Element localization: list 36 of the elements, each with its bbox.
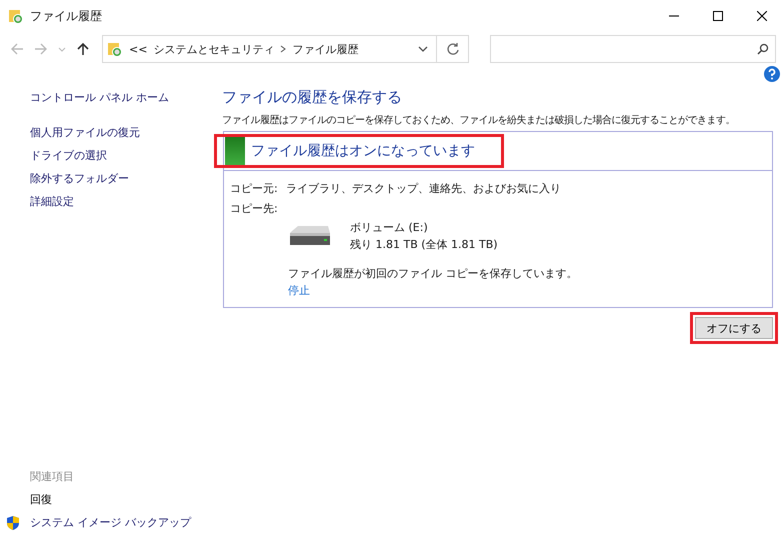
page-heading: ファイルの履歴を保存する: [222, 88, 403, 107]
hard-drive-icon: [288, 225, 332, 247]
related-heading: 関連項目: [30, 469, 75, 485]
target-label: コピー先:: [230, 201, 279, 217]
stop-link[interactable]: 停止: [288, 282, 310, 299]
dropdown-caret-icon[interactable]: [418, 46, 428, 52]
turn-off-button[interactable]: オフにする: [695, 317, 773, 339]
refresh-icon: [446, 42, 460, 56]
sidebar-link[interactable]: 除外するフォルダー: [30, 167, 222, 190]
status-text: ファイル履歴はオンになっています: [251, 142, 475, 160]
breadcrumb-item[interactable]: ファイル履歴: [292, 42, 358, 56]
chevron-right-icon: [280, 45, 286, 53]
related-link[interactable]: 回復: [30, 488, 52, 511]
related-link[interactable]: システム イメージ バックアップ: [30, 511, 191, 534]
up-arrow-icon[interactable]: [76, 42, 90, 56]
help-icon[interactable]: [764, 66, 780, 82]
search-field[interactable]: [490, 35, 776, 63]
file-history-icon: [8, 8, 24, 24]
sidebar-link[interactable]: 詳細設定: [30, 190, 222, 213]
source-value: ライブラリ、デスクトップ、連絡先、およびお気に入り: [286, 181, 561, 197]
file-history-icon: [107, 41, 123, 57]
drive-name: ボリューム (E:): [350, 220, 429, 236]
address-bar[interactable]: << システムとセキュリティ ファイル履歴: [102, 35, 437, 63]
sidebar-link[interactable]: 個人用ファイルの復元: [30, 121, 222, 144]
source-label: コピー元:: [230, 181, 279, 197]
breadcrumb-item[interactable]: システムとセキュリティ: [153, 42, 274, 56]
sidebar-link[interactable]: ドライブの選択: [30, 144, 222, 167]
refresh-button[interactable]: [437, 35, 469, 63]
description-text: ファイル履歴はファイルのコピーを保存しておくため、ファイルを紛失または破損した場合に復元することができます。: [222, 114, 736, 127]
progress-text: ファイル履歴が初回のファイル コピーを保存しています。: [288, 266, 578, 282]
shield-icon: [6, 514, 20, 530]
overflow-chevron[interactable]: <<: [129, 42, 148, 56]
sidebar-link[interactable]: コントロール パネル ホーム: [30, 86, 222, 109]
search-icon: [757, 43, 769, 55]
drive-space: 残り 1.81 TB (全体 1.81 TB): [350, 237, 498, 253]
window-title: ファイル履歴: [30, 8, 102, 24]
